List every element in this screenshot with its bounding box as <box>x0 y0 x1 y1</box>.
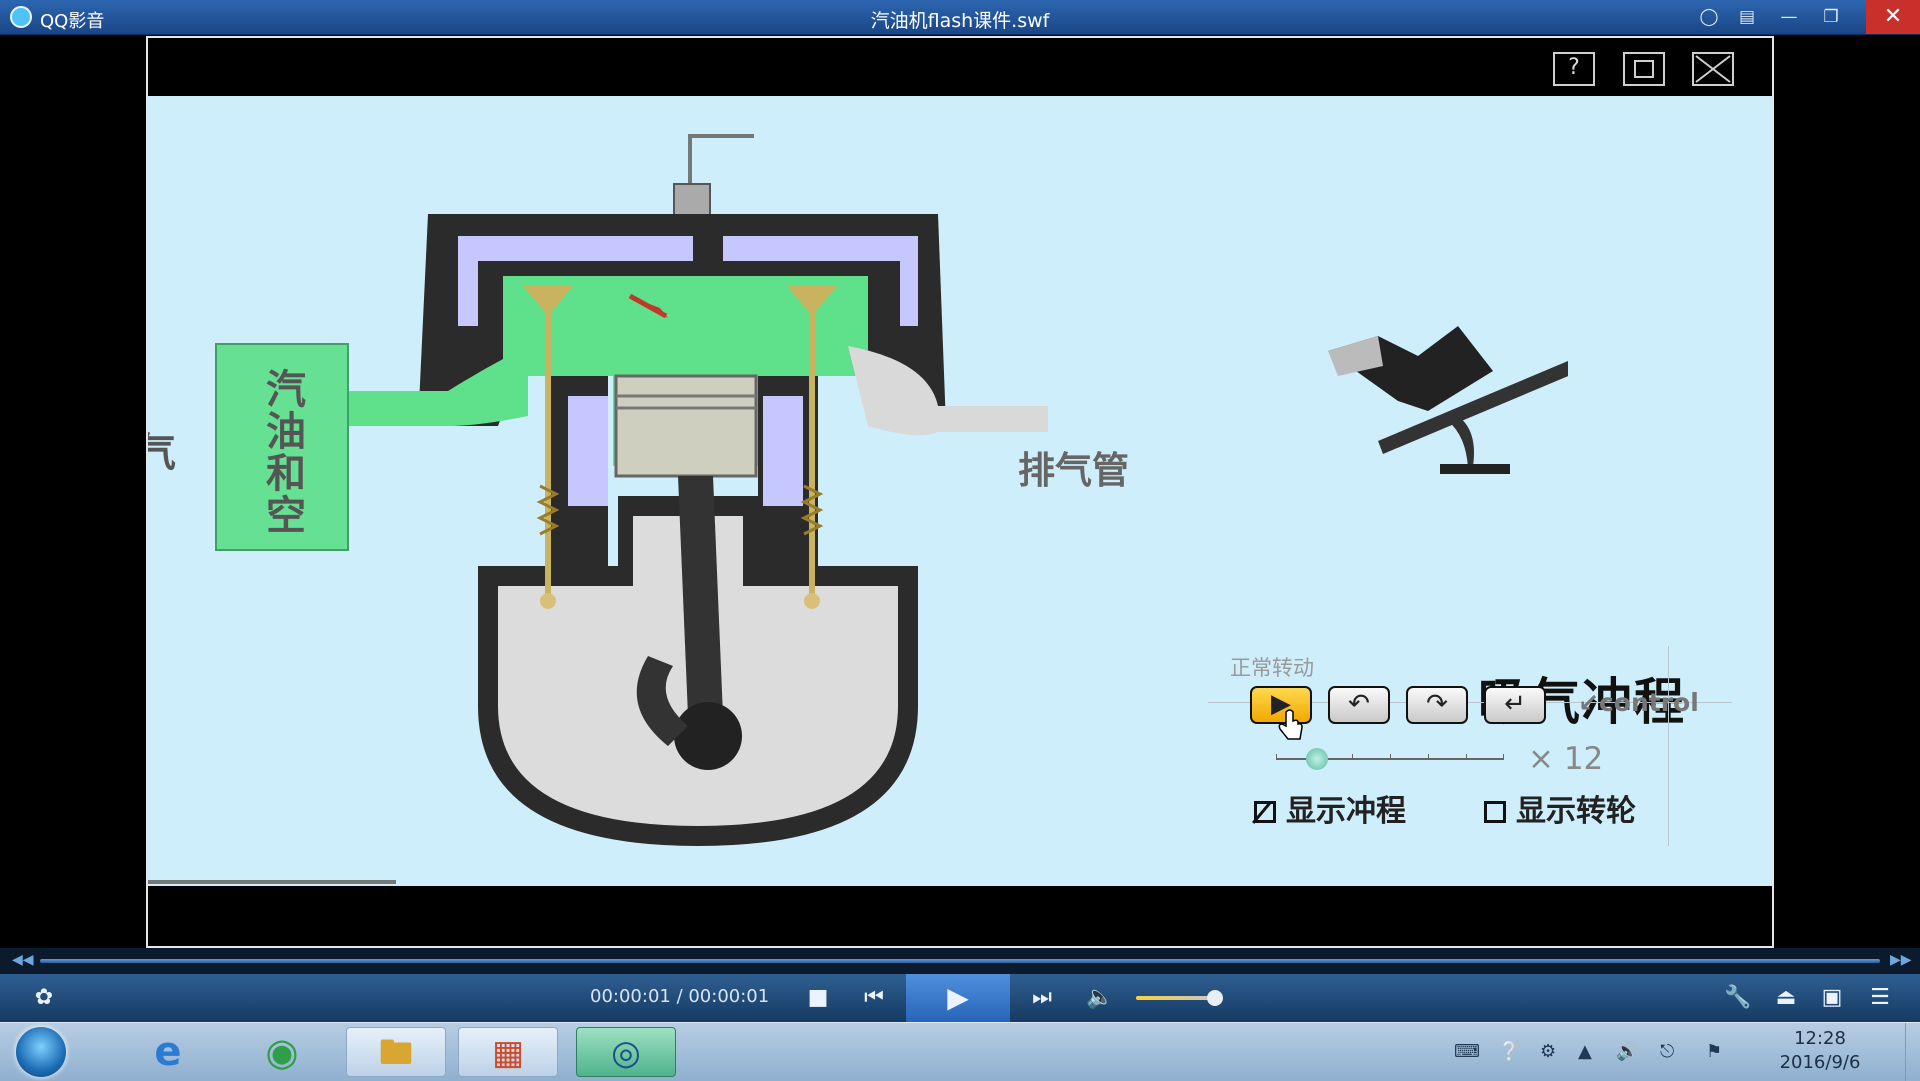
clock-date: 2016/9/6 <box>1779 1052 1861 1073</box>
rotate-back-button[interactable]: ↶ <box>1328 686 1390 724</box>
stage-load-bar <box>148 880 396 884</box>
help-button[interactable]: ? <box>1553 52 1595 86</box>
animation-stage: 汽油和空气 排气管 吸气冲程 正常转动 ▶ ↶ ↷ ↵ ↙control × 1… <box>148 96 1772 886</box>
close-icon <box>1695 55 1731 83</box>
help-icon[interactable]: ❔ <box>1498 1041 1520 1062</box>
light-icon[interactable]: ✿ <box>26 982 62 1014</box>
power-icon[interactable]: ⎋ <box>1660 1041 1674 1062</box>
show-flywheel-label: 显示转轮 <box>1516 794 1636 829</box>
qqplayer-icon[interactable]: ◎ <box>576 1027 676 1077</box>
next-icon[interactable]: ⏭ <box>1024 982 1060 1014</box>
seek-back-icon[interactable]: ◀◀ <box>12 952 34 968</box>
browser-icon[interactable]: ◉ <box>232 1027 332 1077</box>
start-button[interactable] <box>16 1027 66 1077</box>
clock[interactable]: 12:28 2016/9/6 <box>1752 1027 1888 1075</box>
volume-slider[interactable] <box>1136 996 1216 1000</box>
keyboard-icon[interactable]: ⌨ <box>1454 1041 1480 1062</box>
fuel-air-mixture-box: 汽油和空气 <box>148 343 349 551</box>
foot-pedal-icon <box>1328 326 1568 474</box>
time-display: 00:00:01 / 00:00:01 <box>590 986 770 1007</box>
restore-icon[interactable]: ❐ <box>1814 4 1848 30</box>
checkbox-checked-icon <box>1254 801 1276 823</box>
picture-icon[interactable]: ▣ <box>1814 982 1850 1014</box>
clock-time: 12:28 <box>1794 1028 1846 1049</box>
app-name: QQ影音 <box>40 11 105 32</box>
show-stroke-checkbox[interactable]: 显示冲程 <box>1254 786 1406 830</box>
skin-icon[interactable]: ◯ <box>1692 4 1726 30</box>
network-icon[interactable]: ⚙ <box>1540 1041 1556 1062</box>
title-bar: QQ影音 汽油机flash课件.swf ◯ ▤ — ❐ ✕ <box>0 0 1920 35</box>
taskbar: e ◉ 🖿 ▦ ◎ ⌨ ❔ ⚙ ▲ 🔊 ⎋ ⚑ 12:28 2016/9/6 <box>0 1022 1920 1081</box>
show-flywheel-checkbox[interactable]: 显示转轮 <box>1484 786 1636 830</box>
mixture-label: 汽油和空气 <box>148 368 305 536</box>
control-divider-vertical <box>1668 646 1669 846</box>
seek-track[interactable] <box>40 959 1880 963</box>
folder-icon[interactable]: 🖿 <box>346 1027 446 1077</box>
tools-icon[interactable]: 🔧 <box>1720 982 1756 1014</box>
reset-button[interactable]: ↵ <box>1484 686 1546 724</box>
stop-icon[interactable]: ■ <box>800 982 836 1014</box>
tray-expand-icon[interactable]: ▲ <box>1578 1041 1592 1062</box>
close-icon[interactable]: ✕ <box>1866 0 1920 34</box>
seek-forward-icon[interactable]: ▶▶ <box>1890 952 1912 968</box>
play-icon[interactable]: ▶ <box>906 974 1010 1022</box>
control-label: ↙control <box>1578 688 1699 717</box>
menu-icon[interactable]: ▤ <box>1730 4 1764 30</box>
volume-icon[interactable]: 🔈 <box>1082 982 1118 1014</box>
piston <box>614 374 758 478</box>
powerpoint-icon[interactable]: ▦ <box>458 1027 558 1077</box>
fullscreen-button[interactable] <box>1623 52 1665 86</box>
eject-icon[interactable]: ⏏ <box>1768 982 1804 1014</box>
mode-label: 正常转动 <box>1230 656 1314 680</box>
speaker-icon[interactable]: 🔊 <box>1616 1041 1638 1062</box>
rotate-forward-button[interactable]: ↷ <box>1406 686 1468 724</box>
checkbox-unchecked-icon <box>1484 801 1506 823</box>
minimize-icon[interactable]: — <box>1772 4 1806 30</box>
speed-slider-knob[interactable] <box>1306 748 1328 770</box>
window-title: 汽油机flash课件.swf <box>870 10 1050 32</box>
exhaust-label: 排气管 <box>1018 449 1129 492</box>
show-desktop-button[interactable] <box>1905 1023 1920 1081</box>
ie-icon[interactable]: e <box>118 1027 218 1077</box>
hand-cursor-icon <box>1278 709 1303 740</box>
qq-player-logo-icon <box>10 6 32 28</box>
previous-icon[interactable]: ⏮ <box>856 982 892 1014</box>
fullscreen-icon <box>1634 60 1654 78</box>
flag-icon[interactable]: ⚑ <box>1706 1041 1722 1062</box>
seek-bar: ◀◀ ▶▶ <box>0 948 1920 974</box>
player-control-bar: ✿ 00:00:01 / 00:00:01 ■ ⏮ ▶ ⏭ 🔈 🔧 ⏏ ▣ ☰ <box>0 974 1920 1022</box>
volume-knob[interactable] <box>1207 990 1223 1006</box>
speed-value: × 12 <box>1528 741 1604 777</box>
stage-close-button[interactable] <box>1692 52 1734 86</box>
playlist-icon[interactable]: ☰ <box>1862 982 1898 1014</box>
show-stroke-label: 显示冲程 <box>1286 794 1406 829</box>
